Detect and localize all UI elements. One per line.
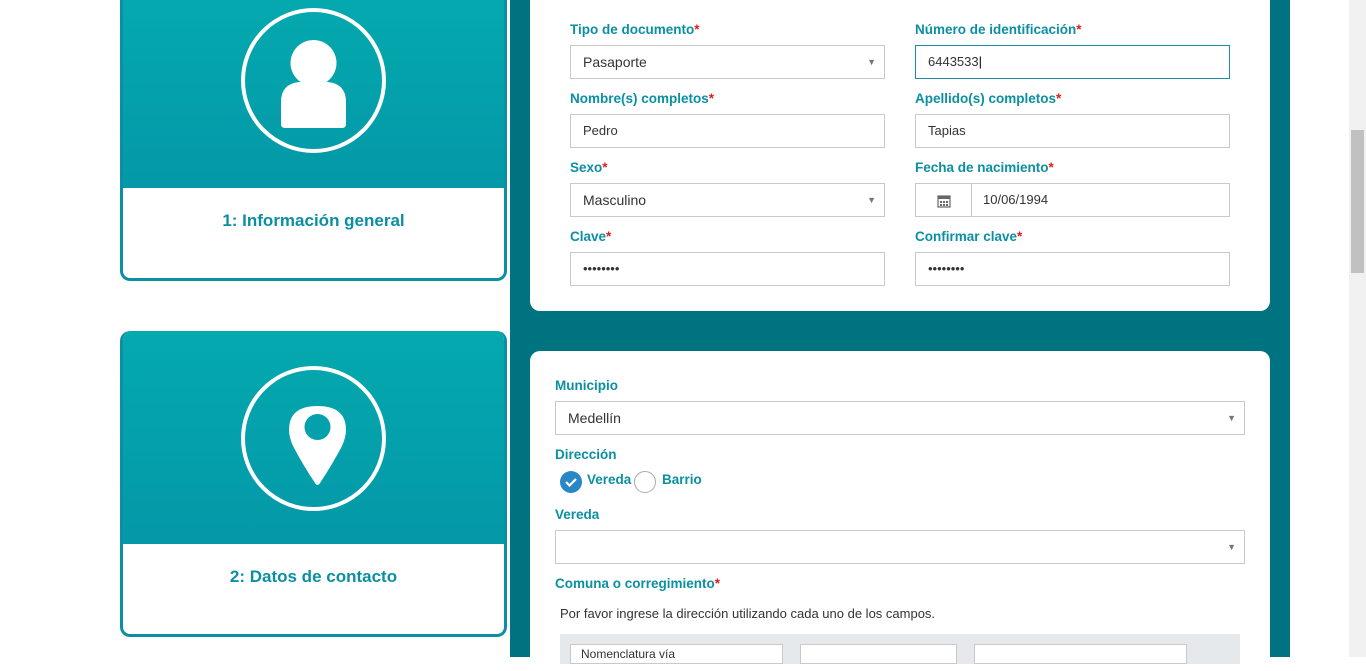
address-complement-input[interactable] xyxy=(974,644,1187,664)
id-number-input[interactable]: 6443533| xyxy=(915,45,1230,79)
radio-barrio[interactable] xyxy=(634,471,656,493)
calendar-icon[interactable] xyxy=(916,184,972,216)
chevron-down-icon: ▼ xyxy=(1227,413,1236,423)
address-nomenclatura-select[interactable]: Nomenclatura vía xyxy=(570,644,783,664)
step-title: 2: Datos de contacto xyxy=(229,567,398,586)
surnames-input[interactable]: Tapias xyxy=(915,114,1230,148)
step-card-general-info[interactable]: 1: Información general xyxy=(120,0,507,281)
names-input[interactable]: Pedro xyxy=(570,114,885,148)
step-header xyxy=(123,0,504,188)
municipio-select[interactable]: Medellín ▼ xyxy=(555,401,1245,435)
names-label: Nombre(s) completos* xyxy=(570,91,715,106)
scrollbar-thumb[interactable] xyxy=(1351,130,1364,273)
address-number-input[interactable] xyxy=(800,644,957,664)
doc-type-label: Tipo de documento* xyxy=(570,22,700,37)
vereda-select[interactable]: ▼ xyxy=(555,530,1245,564)
step-title: 1: Información general xyxy=(222,211,405,230)
direccion-label: Dirección xyxy=(555,447,617,462)
doc-type-select[interactable]: Pasaporte ▼ xyxy=(570,45,885,79)
map-pin-icon xyxy=(241,366,386,511)
birth-date-label: Fecha de nacimiento* xyxy=(915,160,1054,175)
confirm-password-label: Confirmar clave* xyxy=(915,229,1023,244)
chevron-down-icon: ▼ xyxy=(867,195,876,205)
surnames-label: Apellido(s) completos* xyxy=(915,91,1062,106)
radio-vereda-label[interactable]: Vereda xyxy=(587,472,631,487)
address-hint: Por favor ingrese la dirección utilizand… xyxy=(560,606,936,621)
radio-vereda[interactable] xyxy=(560,471,582,493)
radio-barrio-label[interactable]: Barrio xyxy=(662,472,702,487)
step-header xyxy=(123,331,504,544)
sex-label: Sexo* xyxy=(570,160,608,175)
scrollbar-track[interactable] xyxy=(1349,0,1366,657)
chevron-down-icon: ▼ xyxy=(867,57,876,67)
birth-date-input[interactable]: 10/06/1994 xyxy=(915,183,1230,217)
contact-form xyxy=(530,351,1270,671)
comuna-label: Comuna o corregimiento* xyxy=(555,576,721,591)
password-label: Clave* xyxy=(570,229,612,244)
sex-select[interactable]: Masculino ▼ xyxy=(570,183,885,217)
password-input[interactable]: •••••••• xyxy=(570,252,885,286)
id-number-label: Número de identificación* xyxy=(915,22,1082,37)
municipio-label: Municipio xyxy=(555,378,618,393)
step-card-contact-data[interactable]: 2: Datos de contacto xyxy=(120,331,507,637)
user-icon xyxy=(241,8,386,153)
chevron-down-icon: ▼ xyxy=(1227,542,1236,552)
confirm-password-input[interactable]: •••••••• xyxy=(915,252,1230,286)
vereda-label: Vereda xyxy=(555,507,600,522)
